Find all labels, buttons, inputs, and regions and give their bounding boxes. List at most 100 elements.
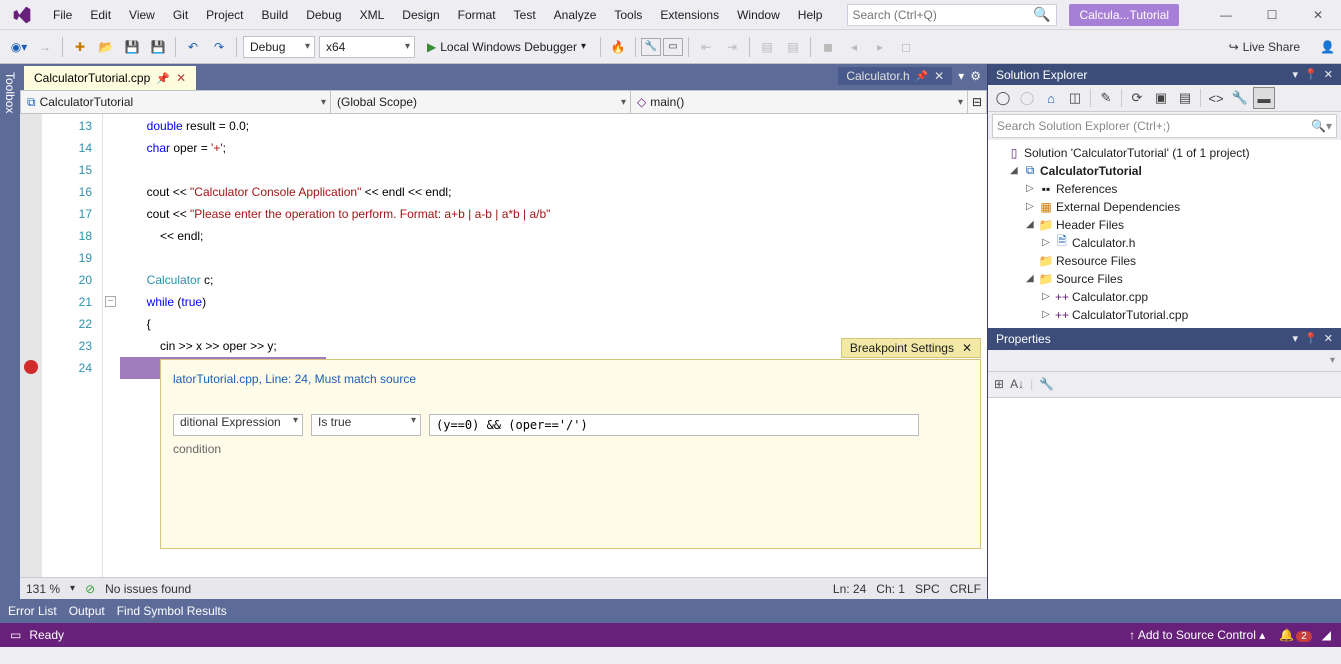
close-icon[interactable]: ✕ (962, 341, 972, 355)
save-all-button[interactable]: 💾 (146, 35, 170, 59)
categorized-icon[interactable]: ⊞ (994, 377, 1004, 391)
back-button[interactable]: ◯ (992, 87, 1014, 109)
switch-views-button[interactable]: ◫ (1064, 87, 1086, 109)
dropdown-icon[interactable]: ▾ (1330, 355, 1335, 366)
nav-project[interactable]: ⧉ CalculatorTutorial (21, 91, 331, 113)
menu-extensions[interactable]: Extensions (651, 0, 728, 30)
menu-edit[interactable]: Edit (81, 0, 120, 30)
code-editor[interactable]: 131415161718192021222324 − double result… (20, 114, 987, 577)
tree-item[interactable]: ◢📁Source Files (990, 270, 1339, 288)
breakpoint-gutter[interactable] (20, 114, 42, 577)
pending-changes-button[interactable]: ✎ (1095, 87, 1117, 109)
menu-window[interactable]: Window (728, 0, 789, 30)
account-icon[interactable]: 👤 (1320, 40, 1335, 54)
close-tab-icon[interactable]: ✕ (934, 69, 944, 83)
bottom-tab-find-symbol-results[interactable]: Find Symbol Results (117, 604, 227, 618)
bookmark-clear-button[interactable]: ◻ (894, 35, 918, 59)
tree-item[interactable]: 📁Resource Files (990, 252, 1339, 270)
platform-dropdown[interactable]: x64 (319, 36, 415, 58)
tree-item[interactable]: ▯Solution 'CalculatorTutorial' (1 of 1 p… (990, 144, 1339, 162)
menu-analyze[interactable]: Analyze (545, 0, 606, 30)
tab-settings-icon[interactable]: ⚙ (970, 69, 981, 83)
solution-explorer-search[interactable]: Search Solution Explorer (Ctrl+;) 🔍▾ (992, 114, 1337, 137)
menu-help[interactable]: Help (789, 0, 832, 30)
live-share-button[interactable]: ↪ Live Share 👤 (1229, 40, 1335, 54)
split-icon[interactable]: ⊟ (968, 91, 986, 113)
solution-explorer-header[interactable]: Solution Explorer ▾ 📍 ✕ (988, 64, 1341, 85)
show-all-files-button[interactable]: ▤ (1174, 87, 1196, 109)
fold-toggle[interactable]: − (105, 296, 116, 307)
maximize-button[interactable]: ☐ (1249, 0, 1295, 30)
menu-file[interactable]: File (44, 0, 81, 30)
search-input[interactable] (852, 8, 1052, 22)
title-project-button[interactable]: Calcula...Tutorial (1069, 4, 1179, 26)
collapse-all-button[interactable]: ▣ (1150, 87, 1172, 109)
tb-ico-2[interactable]: 🔧 (641, 38, 661, 56)
menu-debug[interactable]: Debug (297, 0, 350, 30)
bookmark-next-button[interactable]: ▸ (868, 35, 892, 59)
menu-xml[interactable]: XML (351, 0, 394, 30)
bookmark-button[interactable]: ◼ (816, 35, 840, 59)
bottom-tab-error-list[interactable]: Error List (8, 604, 57, 618)
tree-item[interactable]: ◢⧉CalculatorTutorial (990, 162, 1339, 180)
redo-button[interactable]: ↷ (207, 35, 231, 59)
dropdown-icon[interactable]: ▾ (1293, 332, 1299, 345)
dropdown-icon[interactable]: ▾ (1293, 68, 1299, 81)
save-button[interactable]: 💾 (120, 35, 144, 59)
file-tab-active[interactable]: CalculatorTutorial.cpp 📌 ✕ (24, 66, 196, 90)
minimize-button[interactable]: — (1203, 0, 1249, 30)
add-source-control-button[interactable]: ↑ Add to Source Control ▴ (1129, 628, 1265, 642)
pin-icon[interactable]: 📌 (916, 71, 928, 82)
indent-inc-button[interactable]: ⇥ (720, 35, 744, 59)
menu-git[interactable]: Git (164, 0, 197, 30)
eol-indicator[interactable]: CRLF (950, 582, 981, 596)
tree-item[interactable]: ◢📁Header Files (990, 216, 1339, 234)
nav-back-button[interactable]: ◉▾ (7, 35, 31, 59)
pin-icon[interactable]: 📍 (1304, 68, 1318, 81)
notifications-button[interactable]: 🔔2 (1279, 628, 1312, 642)
tree-item[interactable]: ▷🗎Calculator.h (990, 234, 1339, 252)
tb-ico-3[interactable]: ▭ (663, 38, 683, 56)
close-tab-icon[interactable]: ✕ (176, 71, 186, 85)
file-tab-inactive[interactable]: Calculator.h 📌 ✕ (838, 67, 952, 85)
properties-button[interactable]: 🔧 (1229, 87, 1251, 109)
open-file-button[interactable]: 📂 (94, 35, 118, 59)
menu-project[interactable]: Project (197, 0, 252, 30)
tree-item[interactable]: ▷▦External Dependencies (990, 198, 1339, 216)
close-icon[interactable]: ✕ (1324, 332, 1333, 345)
bottom-tab-output[interactable]: Output (69, 604, 105, 618)
tb-ico-1[interactable]: 🔥 (606, 35, 630, 59)
alphabetical-icon[interactable]: A↓ (1010, 377, 1024, 391)
tree-item[interactable]: ▷▪▪References (990, 180, 1339, 198)
menu-format[interactable]: Format (449, 0, 505, 30)
menu-view[interactable]: View (120, 0, 164, 30)
fwd-button[interactable]: ◯ (1016, 87, 1038, 109)
close-window-button[interactable]: ✕ (1295, 0, 1341, 30)
tree-item[interactable]: ▷++CalculatorTutorial.cpp (990, 306, 1339, 324)
start-debugging-button[interactable]: ▶ Local Windows Debugger ▾ (421, 36, 592, 58)
nav-scope[interactable]: (Global Scope) (331, 91, 631, 113)
global-search[interactable]: 🔍 (847, 4, 1057, 26)
menu-tools[interactable]: Tools (605, 0, 651, 30)
pin-icon[interactable]: 📍 (1304, 332, 1318, 345)
condition-mode-dropdown[interactable]: Is true (311, 414, 421, 436)
wrench-icon[interactable]: 🔧 (1039, 377, 1054, 391)
undo-button[interactable]: ↶ (181, 35, 205, 59)
breakpoint-marker[interactable] (24, 360, 38, 374)
uncomment-button[interactable]: ▤ (781, 35, 805, 59)
pin-icon[interactable]: 📌 (156, 72, 170, 85)
new-project-button[interactable]: ✚ (68, 35, 92, 59)
menu-build[interactable]: Build (253, 0, 298, 30)
sync-button[interactable]: ⟳ (1126, 87, 1148, 109)
resize-grip-icon[interactable]: ◢ (1322, 628, 1331, 642)
condition-expression-input[interactable] (429, 414, 919, 436)
toolbox-tab[interactable]: Toolbox (0, 64, 20, 599)
tree-item[interactable]: ▷++Calculator.cpp (990, 288, 1339, 306)
issues-text[interactable]: No issues found (105, 582, 191, 596)
menu-test[interactable]: Test (505, 0, 545, 30)
close-icon[interactable]: ✕ (1324, 68, 1333, 81)
config-dropdown[interactable]: Debug (243, 36, 315, 58)
zoom-level[interactable]: 131 % (26, 582, 60, 596)
nav-function[interactable]: ◇ main() (631, 91, 968, 113)
properties-header[interactable]: Properties ▾ 📍 ✕ (988, 328, 1341, 350)
